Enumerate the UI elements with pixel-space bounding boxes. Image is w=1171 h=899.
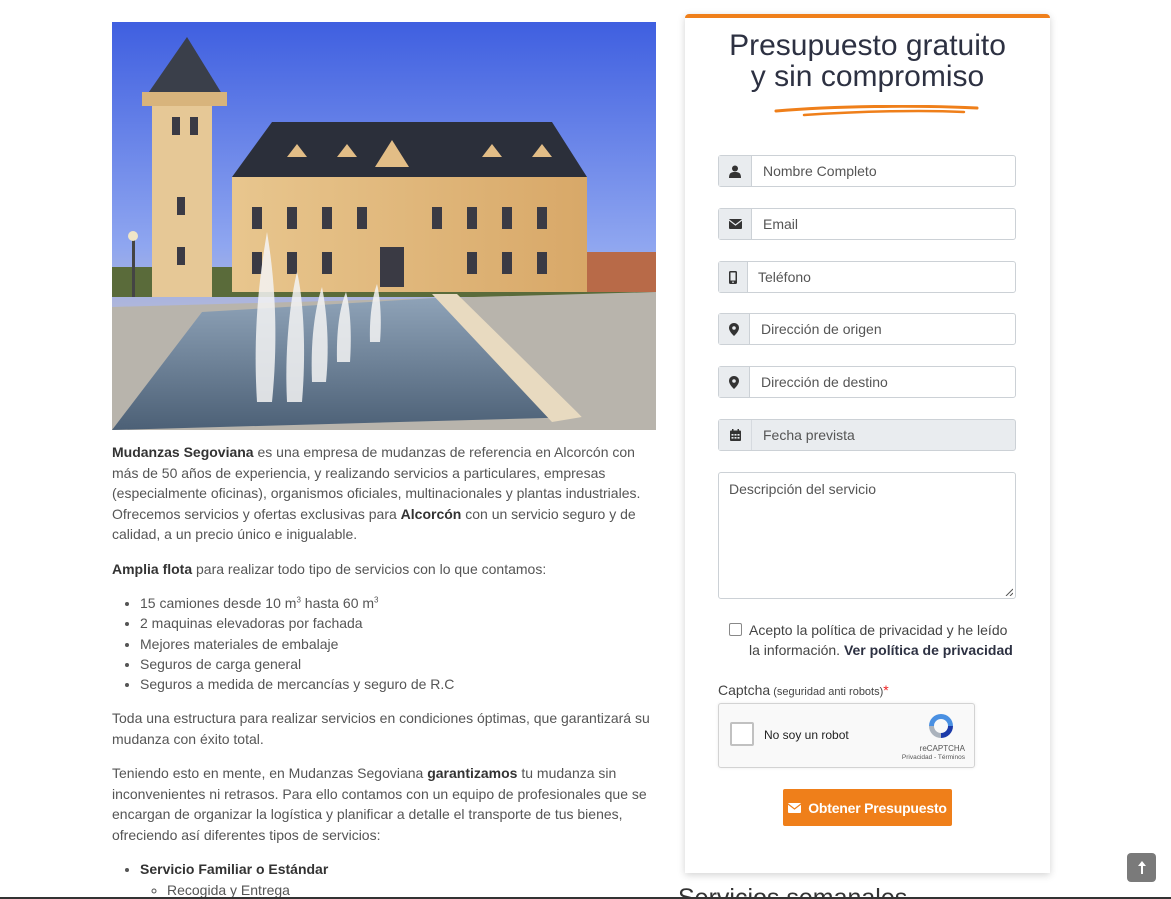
destination-field[interactable]: Dirección de destino [718,366,1016,398]
back-to-top-button[interactable] [1127,853,1156,882]
mobile-icon [719,262,748,292]
recaptcha-widget: No soy un robot reCAPTCHA Privacidad - T… [718,703,975,768]
form-title: Presupuesto gratuito y sin compromiso [685,30,1050,92]
list-item: Seguros de carga general [140,654,656,674]
origin-field[interactable]: Dirección de origen [718,313,1016,345]
list-item: Seguros a medida de mercancías y seguro … [140,674,656,694]
superscript: 3 [374,595,379,605]
map-marker-icon [719,367,750,397]
date-placeholder[interactable]: Fecha prevista [752,420,1015,450]
email-placeholder[interactable]: Email [752,209,1015,239]
hero-image [112,22,656,430]
form-title-line2: y sin compromiso [750,60,985,93]
date-field[interactable]: Fecha prevista [718,419,1016,451]
guarantee-paragraph: Teniendo esto en mente, en Mudanzas Sego… [112,763,656,845]
guarantee-text: Teniendo esto en mente, en Mudanzas Sego… [112,765,428,782]
email-field[interactable]: Email [718,208,1016,240]
captcha-label: Captcha (seguridad anti robots)* [718,682,889,698]
map-marker-icon [719,314,750,344]
city-name: Alcorcón [400,505,462,522]
get-quote-label: Obtener Presupuesto [808,799,947,816]
fleet-item-text: 15 camiones desde 10 m [140,595,297,611]
recaptcha-checkbox[interactable] [730,722,754,746]
recaptcha-terms[interactable]: Privacidad - Términos [902,754,965,761]
guarantee-bold: garantizamos [427,765,518,782]
brush-underline [774,105,979,117]
get-quote-button[interactable]: Obtener Presupuesto [783,789,952,826]
recaptcha-logo-icon [929,714,953,738]
privacy-checkbox[interactable] [729,623,742,636]
intro-paragraph: Mudanzas Segoviana es una empresa de mud… [112,442,656,545]
calendar-icon [719,420,752,450]
quote-form: Presupuesto gratuito y sin compromiso No… [685,14,1050,873]
list-item: 15 camiones desde 10 m3 hasta 60 m3 [140,593,656,613]
name-field[interactable]: Nombre Completo [718,155,1016,187]
description-textarea[interactable]: Descripción del servicio [718,472,1016,599]
destination-placeholder[interactable]: Dirección de destino [750,367,1015,397]
article-body: Mudanzas Segoviana es una empresa de mud… [112,442,656,899]
origin-placeholder[interactable]: Dirección de origen [750,314,1015,344]
required-marker: * [883,682,889,698]
fleet-list: 15 camiones desde 10 m3 hasta 60 m3 2 ma… [112,593,656,694]
privacy-policy-link[interactable]: Ver política de privacidad [844,642,1013,658]
structure-paragraph: Toda una estructura para realizar servic… [112,710,650,747]
arrow-up-icon [1137,861,1146,874]
envelope-icon [788,802,802,813]
recaptcha-label: No soy un robot [764,728,849,742]
phone-placeholder[interactable]: Teléfono [748,262,1015,292]
fleet-heading: Amplia flota [112,560,193,577]
captcha-label-text: Captcha [718,682,771,698]
resize-handle-icon[interactable] [1005,588,1013,596]
list-item: Mejores materiales de embalaje [140,634,656,654]
service-title: Servicio Familiar o Estándar [140,861,329,878]
privacy-consent-text: Acepto la política de privacidad y he le… [749,620,1019,660]
brand-name: Mudanzas Segoviana [112,444,254,460]
user-icon [719,156,752,186]
description-placeholder: Descripción del servicio [729,481,877,497]
list-item: Servicio Familiar o Estándar Recogida y … [140,859,656,899]
name-placeholder[interactable]: Nombre Completo [752,156,1015,186]
captcha-hint: (seguridad anti robots) [770,686,884,698]
phone-field[interactable]: Teléfono [718,261,1016,293]
privacy-consent: Acepto la política de privacidad y he le… [729,620,1019,660]
list-item: 2 maquinas elevadoras por fachada [140,613,656,633]
recaptcha-brand: reCAPTCHA [919,744,965,753]
form-title-line1: Presupuesto gratuito [729,29,1006,62]
envelope-icon [719,209,752,239]
fleet-paragraph: Amplia flota para realizar todo tipo de … [112,559,656,580]
services-list: Servicio Familiar o Estándar Recogida y … [112,859,656,899]
fleet-text: para realizar todo tipo de servicios con… [192,560,547,577]
fleet-item-text: hasta 60 m [300,595,375,611]
article: Mudanzas Segoviana es una empresa de mud… [112,22,656,899]
